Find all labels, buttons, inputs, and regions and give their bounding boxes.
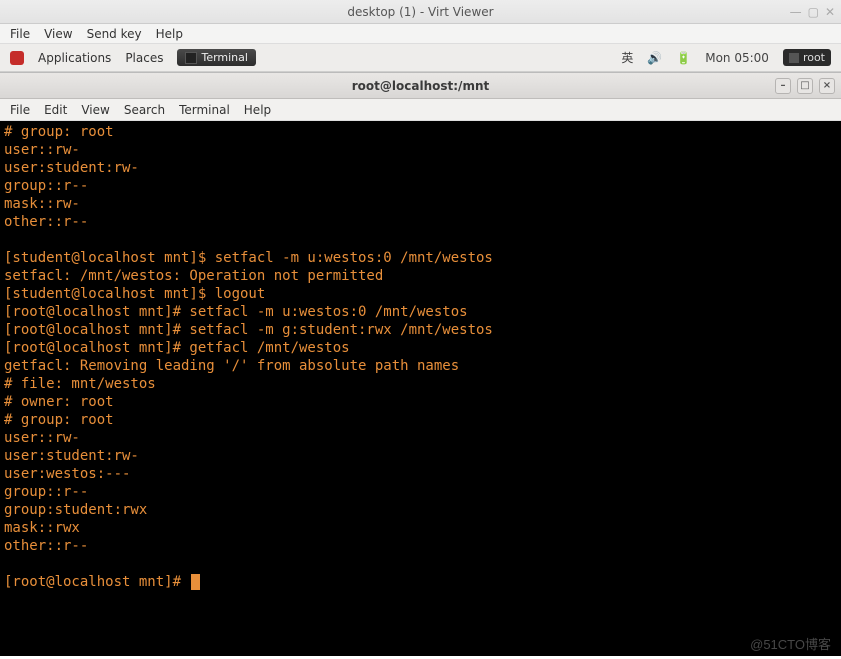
- terminal-cursor: [191, 574, 200, 590]
- volume-icon[interactable]: 🔊: [647, 51, 662, 65]
- term-menu-view[interactable]: View: [81, 103, 109, 117]
- virt-menu-file[interactable]: File: [10, 27, 30, 41]
- maximize-icon[interactable]: ▢: [808, 5, 819, 19]
- terminal-close-icon[interactable]: ×: [819, 78, 835, 94]
- battery-icon[interactable]: 🔋: [676, 51, 691, 65]
- ime-indicator[interactable]: 英: [621, 49, 633, 66]
- user-menu[interactable]: root: [783, 49, 831, 66]
- gnome-top-panel: Applications Places Terminal 英 🔊 🔋 Mon 0…: [0, 44, 841, 72]
- term-menu-terminal[interactable]: Terminal: [179, 103, 230, 117]
- virt-viewer-menubar: File View Send key Help: [0, 24, 841, 44]
- term-menu-help[interactable]: Help: [244, 103, 271, 117]
- menu-applications[interactable]: Applications: [38, 51, 111, 65]
- clock[interactable]: Mon 05:00: [705, 51, 769, 65]
- close-icon[interactable]: ✕: [825, 5, 835, 19]
- terminal-minimize-icon[interactable]: –: [775, 78, 791, 94]
- menu-places[interactable]: Places: [125, 51, 163, 65]
- user-icon: [789, 53, 799, 63]
- gnome-panel-right: 英 🔊 🔋 Mon 05:00 root: [621, 49, 831, 66]
- minimize-icon[interactable]: —: [790, 5, 802, 19]
- terminal-titlebar: root@localhost:/mnt – □ ×: [0, 73, 841, 99]
- terminal-window-buttons: – □ ×: [775, 73, 835, 98]
- virt-viewer-title: desktop (1) - Virt Viewer: [347, 5, 493, 19]
- virt-menu-sendkey[interactable]: Send key: [87, 27, 142, 41]
- gnome-panel-left: Applications Places Terminal: [10, 49, 256, 66]
- terminal-icon: [185, 52, 197, 64]
- watermark: @51CTO博客: [750, 634, 831, 653]
- terminal-maximize-icon[interactable]: □: [797, 78, 813, 94]
- taskbar-terminal-label: Terminal: [201, 51, 248, 64]
- term-menu-file[interactable]: File: [10, 103, 30, 117]
- virt-viewer-titlebar: desktop (1) - Virt Viewer — ▢ ✕: [0, 0, 841, 24]
- virt-window-buttons: — ▢ ✕: [790, 0, 835, 23]
- user-label: root: [803, 51, 825, 64]
- term-menu-search[interactable]: Search: [124, 103, 165, 117]
- term-menu-edit[interactable]: Edit: [44, 103, 67, 117]
- terminal-title: root@localhost:/mnt: [352, 79, 489, 93]
- terminal-menubar: File Edit View Search Terminal Help: [0, 99, 841, 121]
- activities-icon[interactable]: [10, 51, 24, 65]
- virt-menu-help[interactable]: Help: [156, 27, 183, 41]
- virt-menu-view[interactable]: View: [44, 27, 72, 41]
- terminal-body[interactable]: # group: root user::rw- user:student:rw-…: [0, 121, 841, 656]
- taskbar-terminal[interactable]: Terminal: [177, 49, 256, 66]
- terminal-window: root@localhost:/mnt – □ × File Edit View…: [0, 72, 841, 656]
